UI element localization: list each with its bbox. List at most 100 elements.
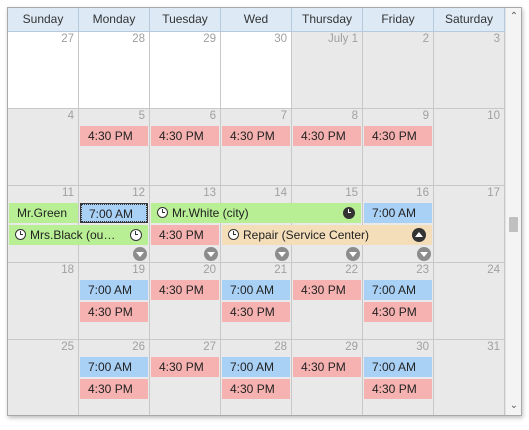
day-cell[interactable]: 31 bbox=[434, 340, 505, 415]
appointment[interactable]: 7:00 AM bbox=[364, 357, 432, 377]
day-number: 30 bbox=[416, 341, 429, 353]
day-number: 27 bbox=[203, 341, 216, 353]
appointment-label: Repair (Service Center) bbox=[243, 228, 370, 242]
day-cell[interactable]: 7 bbox=[221, 109, 292, 186]
header-wednesday: Wed bbox=[221, 8, 292, 31]
appointment-repair[interactable]: Repair (Service Center) bbox=[222, 225, 432, 245]
appointment-mr-white[interactable]: Mr.White (city) bbox=[151, 203, 361, 223]
day-cell[interactable]: 28 bbox=[221, 340, 292, 415]
appointment[interactable]: 7:00 AM bbox=[364, 280, 432, 300]
day-number: 25 bbox=[61, 341, 74, 353]
day-cell[interactable]: 30 bbox=[363, 340, 434, 415]
day-number: 8 bbox=[351, 110, 358, 122]
day-number: 22 bbox=[345, 264, 358, 276]
scrollbar-thumb[interactable] bbox=[509, 217, 518, 232]
header-sunday: Sunday bbox=[8, 8, 79, 31]
more-appointments-icon[interactable] bbox=[417, 247, 431, 261]
day-cell[interactable]: 27 bbox=[150, 340, 221, 415]
appointment[interactable]: 4:30 PM bbox=[151, 280, 219, 300]
day-cell[interactable]: July 1 bbox=[292, 32, 363, 109]
day-number: 23 bbox=[416, 264, 429, 276]
day-number: 4 bbox=[67, 110, 74, 122]
appointment[interactable]: 4:30 PM bbox=[293, 280, 361, 300]
day-cell[interactable]: 28 bbox=[79, 32, 150, 109]
appointment[interactable]: 7:00 AM bbox=[222, 357, 290, 377]
day-cell[interactable]: 29 bbox=[292, 340, 363, 415]
day-number: 9 bbox=[422, 110, 429, 122]
day-cell[interactable]: 8 bbox=[292, 109, 363, 186]
more-appointments-icon[interactable] bbox=[133, 247, 147, 261]
appointment-mrs-black[interactable]: Mrs.Black (ou… bbox=[9, 225, 148, 245]
day-number: 30 bbox=[274, 33, 287, 45]
appointment-selected[interactable]: 7:00 AM bbox=[80, 203, 148, 223]
day-cell[interactable]: 10 bbox=[434, 109, 505, 186]
day-number: 29 bbox=[345, 341, 358, 353]
day-cell[interactable]: 26 bbox=[79, 340, 150, 415]
day-cell[interactable]: 2 bbox=[363, 32, 434, 109]
day-number: 10 bbox=[487, 110, 500, 122]
header-saturday: Saturday bbox=[434, 8, 505, 31]
chevron-up-icon bbox=[412, 228, 426, 242]
appointment-mr-green[interactable]: Mr.Green bbox=[9, 203, 78, 223]
day-number: 2 bbox=[422, 33, 429, 45]
appointment[interactable]: 7:00 AM bbox=[364, 203, 432, 223]
appointment[interactable]: 7:00 AM bbox=[80, 357, 148, 377]
day-number: 26 bbox=[132, 341, 145, 353]
day-number: 21 bbox=[274, 264, 287, 276]
appointment[interactable]: 7:00 AM bbox=[80, 280, 148, 300]
day-number: 3 bbox=[493, 33, 500, 45]
appointment[interactable]: 4:30 PM bbox=[80, 302, 148, 322]
clock-icon bbox=[228, 229, 239, 240]
day-cell[interactable]: 30 bbox=[221, 32, 292, 109]
scroll-down-icon[interactable]: ⌄ bbox=[509, 401, 519, 411]
appointment-label: Mr.White (city) bbox=[172, 206, 249, 220]
appointment[interactable]: 4:30 PM bbox=[222, 302, 290, 322]
appointment[interactable]: 4:30 PM bbox=[364, 302, 432, 322]
day-cell[interactable]: 5 bbox=[79, 109, 150, 186]
scroll-up-icon[interactable]: ⌃ bbox=[509, 12, 519, 22]
appointment[interactable]: 4:30 PM bbox=[151, 225, 219, 245]
appointment[interactable]: 4:30 PM bbox=[293, 357, 361, 377]
day-number: 18 bbox=[61, 264, 74, 276]
day-number: 20 bbox=[203, 264, 216, 276]
appointment[interactable]: 4:30 PM bbox=[222, 379, 290, 399]
appointment[interactable]: 4:30 PM bbox=[364, 379, 432, 399]
more-appointments-icon[interactable] bbox=[346, 247, 360, 261]
day-number: 15 bbox=[345, 187, 358, 199]
header-friday: Friday bbox=[363, 8, 434, 31]
day-cell[interactable]: 3 bbox=[434, 32, 505, 109]
day-cell[interactable]: 27 bbox=[8, 32, 79, 109]
day-number: 28 bbox=[132, 33, 145, 45]
appointment[interactable]: 4:30 PM bbox=[222, 126, 290, 146]
day-cell[interactable]: 18 bbox=[8, 263, 79, 340]
day-cell[interactable]: 9 bbox=[363, 109, 434, 186]
day-cell[interactable]: 25 bbox=[8, 340, 79, 415]
day-number: 12 bbox=[132, 187, 145, 199]
appointment[interactable]: 4:30 PM bbox=[80, 126, 148, 146]
day-cell[interactable]: 24 bbox=[434, 263, 505, 340]
appointment[interactable]: 4:30 PM bbox=[151, 357, 219, 377]
day-cell[interactable]: 22 bbox=[292, 263, 363, 340]
appointment[interactable]: 4:30 PM bbox=[151, 126, 219, 146]
clock-end-icon bbox=[130, 229, 142, 241]
appointment[interactable]: 4:30 PM bbox=[293, 126, 361, 146]
day-cell[interactable]: 20 bbox=[150, 263, 221, 340]
day-cell[interactable]: 17 bbox=[434, 186, 505, 263]
day-number: 11 bbox=[62, 187, 74, 199]
day-number: 17 bbox=[487, 187, 500, 199]
day-header: Sunday Monday Tuesday Wed Thursday Frida… bbox=[8, 8, 505, 32]
day-number: 13 bbox=[203, 187, 216, 199]
day-cell[interactable]: 29 bbox=[150, 32, 221, 109]
header-tuesday: Tuesday bbox=[150, 8, 221, 31]
appointment[interactable]: 7:00 AM bbox=[222, 280, 290, 300]
appointment[interactable]: 4:30 PM bbox=[80, 379, 148, 399]
more-appointments-icon[interactable] bbox=[275, 247, 289, 261]
vertical-scrollbar[interactable]: ⌃ ⌄ bbox=[505, 8, 521, 415]
day-number: 14 bbox=[274, 187, 287, 199]
day-cell[interactable]: 6 bbox=[150, 109, 221, 186]
appointment[interactable]: 4:30 PM bbox=[364, 126, 432, 146]
day-cell[interactable]: 4 bbox=[8, 109, 79, 186]
more-appointments-icon[interactable] bbox=[204, 247, 218, 261]
day-number: 31 bbox=[487, 341, 500, 353]
day-number: 7 bbox=[280, 110, 287, 122]
